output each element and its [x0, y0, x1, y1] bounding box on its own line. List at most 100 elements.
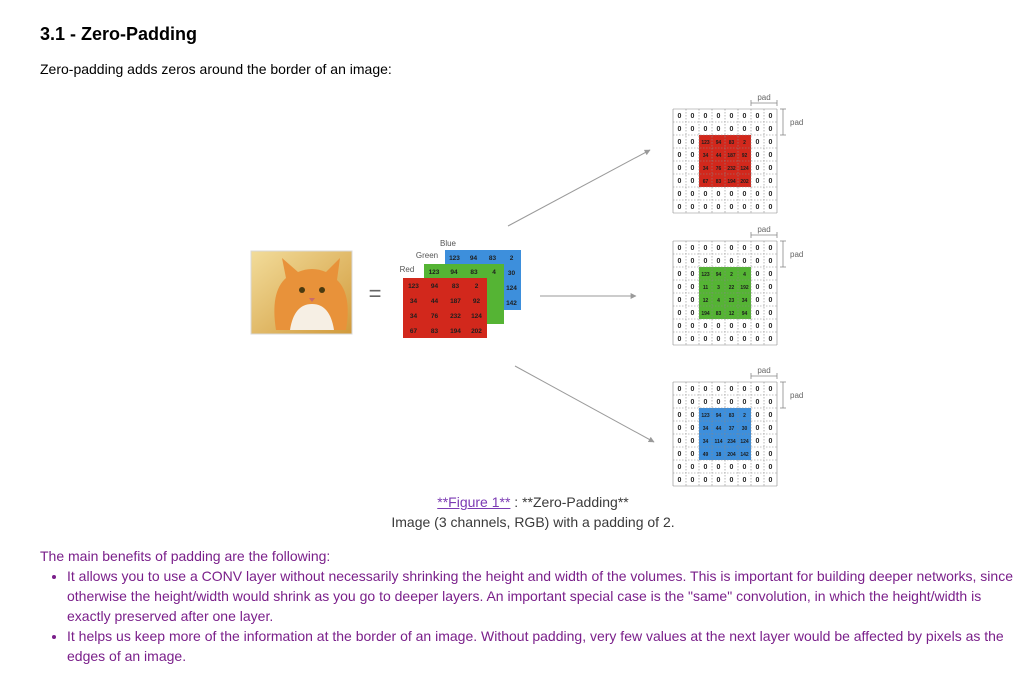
zero-cell: 0 — [769, 139, 773, 146]
red-cell-value: 232 — [450, 313, 461, 320]
green-cell-value: 4 — [492, 269, 496, 276]
green-padded-value: 12 — [703, 298, 709, 304]
zero-cell: 0 — [756, 258, 760, 265]
red-padded-value: 94 — [716, 140, 722, 146]
zero-cell: 0 — [691, 126, 695, 133]
zero-cell: 0 — [717, 399, 721, 406]
red-cell-value: 202 — [471, 328, 482, 335]
zero-cell: 0 — [704, 191, 708, 198]
red-cell-value: 83 — [452, 283, 460, 290]
blue-padded-value: 34 — [703, 439, 709, 445]
blue-cell-value: 94 — [470, 255, 478, 262]
zero-cell: 0 — [756, 152, 760, 159]
blue-padded-value: 234 — [727, 439, 736, 445]
zero-cell: 0 — [678, 386, 682, 393]
zero-cell: 0 — [717, 258, 721, 265]
zero-cell: 0 — [704, 113, 708, 120]
zero-cell: 0 — [743, 245, 747, 252]
zero-cell: 0 — [730, 258, 734, 265]
red-padded-value: 2 — [743, 140, 746, 146]
zero-cell: 0 — [756, 386, 760, 393]
zero-cell: 0 — [678, 271, 682, 278]
zero-cell: 0 — [743, 386, 747, 393]
blue-padded-value: 83 — [729, 413, 735, 419]
zero-cell: 0 — [704, 245, 708, 252]
red-cell-value: 34 — [410, 298, 418, 305]
padded-grids: 0 0 0 0 0 0 0 00 0 0 0 0 0 0 00 0 123 94 83 2 0 00 0 34 44 187 92 0… — [672, 93, 803, 487]
zero-cell: 0 — [691, 271, 695, 278]
zero-cell: 0 — [730, 336, 734, 343]
zero-cell: 0 — [704, 464, 708, 471]
pad-label: pad — [757, 225, 770, 234]
red-padded-value: 124 — [740, 166, 749, 172]
zero-cell: 0 — [691, 152, 695, 159]
zero-cell: 0 — [756, 412, 760, 419]
zero-padding-figure: = Blue Green Red 123 94 83 230124142123 94 83… — [250, 93, 803, 487]
zero-cell: 0 — [691, 477, 695, 484]
green-cell-value: 83 — [470, 269, 478, 276]
zero-cell: 0 — [756, 204, 760, 211]
red-padded-value: 34 — [703, 153, 709, 159]
zero-cell: 0 — [678, 284, 682, 291]
green-padded-value: 22 — [729, 285, 735, 291]
zero-cell: 0 — [678, 477, 682, 484]
red-padded-value: 194 — [727, 179, 736, 185]
figure-subcaption: Image (3 channels, RGB) with a padding o… — [391, 514, 675, 530]
zero-cell: 0 — [691, 310, 695, 317]
zero-cell: 0 — [691, 399, 695, 406]
figure-caption-link[interactable]: **Figure 1** — [437, 494, 510, 510]
green-padded-value: 12 — [729, 311, 735, 317]
zero-cell: 0 — [756, 126, 760, 133]
zero-cell: 0 — [730, 399, 734, 406]
green-padded-value: 94 — [742, 311, 748, 317]
pad-label: pad — [790, 250, 803, 259]
zero-cell: 0 — [756, 310, 760, 317]
zero-cell: 0 — [691, 204, 695, 211]
zero-cell: 0 — [717, 245, 721, 252]
red-cell-value: 34 — [410, 313, 418, 320]
label-green: Green — [416, 251, 438, 260]
zero-cell: 0 — [730, 191, 734, 198]
zero-cell: 0 — [691, 386, 695, 393]
blue-padded-value: 37 — [729, 426, 735, 432]
zero-cell: 0 — [704, 386, 708, 393]
zero-cell: 0 — [717, 464, 721, 471]
zero-cell: 0 — [756, 139, 760, 146]
red-padded-grid: 0 0 0 0 0 0 0 0 0 0 0 0 0 0 0 0 0 0 123 94 83 2 0 0 0 0 34 44 187 92 0… — [672, 93, 803, 214]
zero-cell: 0 — [678, 310, 682, 317]
blue-padded-value: 94 — [716, 413, 722, 419]
red-cell-value: 123 — [408, 283, 419, 290]
zero-cell: 0 — [756, 451, 760, 458]
pad-label: pad — [757, 93, 770, 102]
red-cell-value: 83 — [431, 328, 439, 335]
figure-caption-title: : **Zero-Padding** — [510, 494, 629, 510]
zero-cell: 0 — [756, 165, 760, 172]
zero-cell: 0 — [769, 271, 773, 278]
zero-cell: 0 — [769, 165, 773, 172]
zero-cell: 0 — [756, 113, 760, 120]
zero-cell: 0 — [730, 386, 734, 393]
zero-cell: 0 — [704, 477, 708, 484]
red-cell-value: 124 — [471, 313, 482, 320]
zero-cell: 0 — [691, 323, 695, 330]
zero-cell: 0 — [691, 412, 695, 419]
blue-cell-value: 83 — [489, 255, 497, 262]
zero-cell: 0 — [756, 425, 760, 432]
zero-cell: 0 — [743, 204, 747, 211]
green-padded-value: 123 — [701, 272, 710, 278]
zero-cell: 0 — [678, 126, 682, 133]
zero-cell: 0 — [704, 204, 708, 211]
green-cell-value: 94 — [450, 269, 458, 276]
zero-cell: 0 — [756, 399, 760, 406]
zero-cell: 0 — [691, 139, 695, 146]
zero-cell: 0 — [678, 258, 682, 265]
zero-cell: 0 — [704, 399, 708, 406]
arrow-to-red — [507, 149, 651, 227]
zero-cell: 0 — [769, 323, 773, 330]
zero-cell: 0 — [730, 323, 734, 330]
zero-cell: 0 — [717, 477, 721, 484]
green-padded-value: 194 — [701, 311, 710, 317]
arrow-to-blue — [514, 365, 655, 443]
zero-cell: 0 — [691, 178, 695, 185]
zero-cell: 0 — [769, 204, 773, 211]
